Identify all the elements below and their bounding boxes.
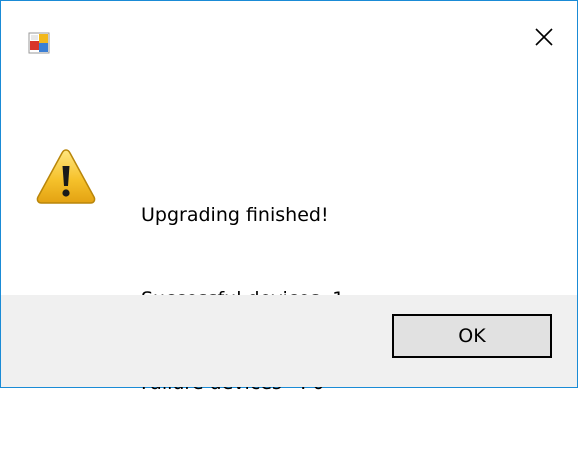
title-bar xyxy=(1,1,577,77)
message-line-status: Upgrading finished! xyxy=(141,204,329,226)
close-icon xyxy=(534,27,554,51)
ok-button[interactable]: OK xyxy=(392,314,552,358)
warning-icon xyxy=(35,147,97,205)
message-dialog: Upgrading finished! Successful devices: … xyxy=(0,0,578,394)
close-button[interactable] xyxy=(511,1,577,77)
dialog-footer: OK xyxy=(1,295,577,387)
application-icon xyxy=(28,32,50,54)
dialog-content: Upgrading finished! Successful devices: … xyxy=(1,77,577,394)
